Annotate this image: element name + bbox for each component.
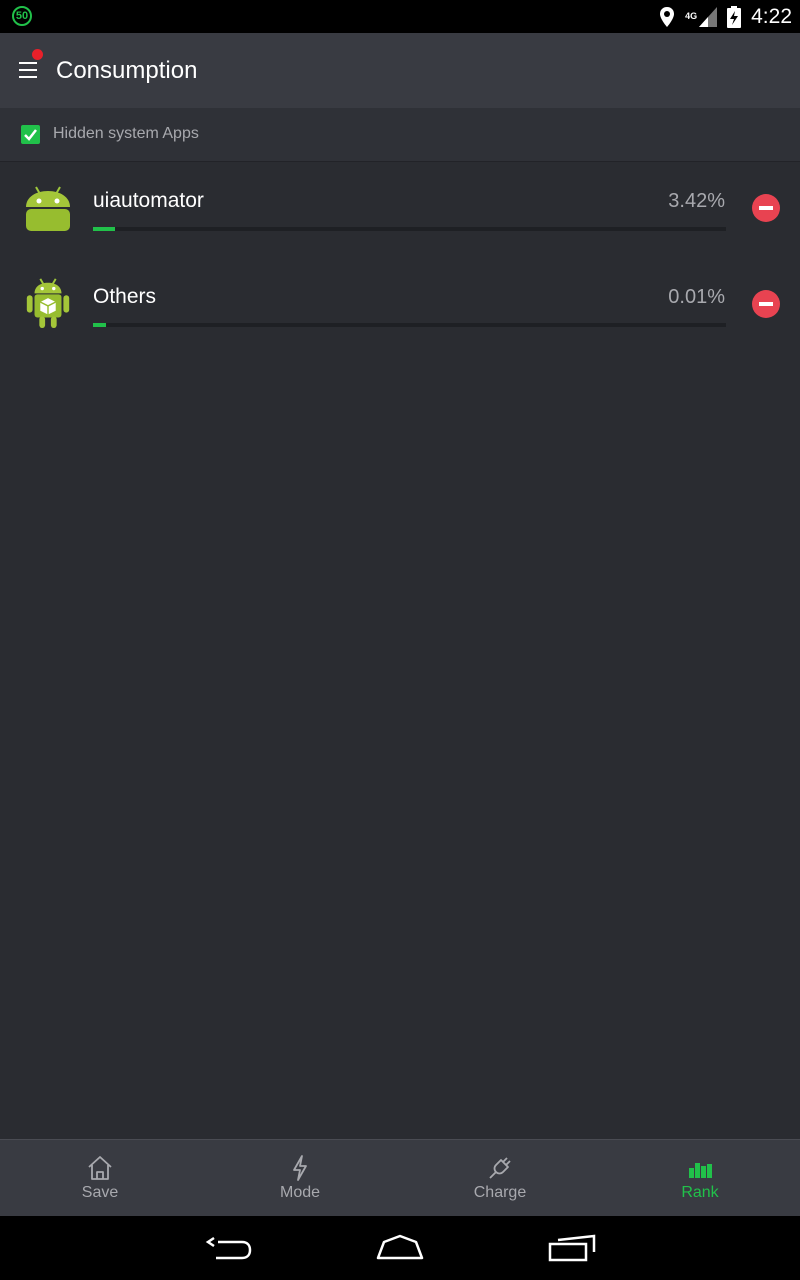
signal-icon — [699, 6, 718, 27]
tab-charge-label: Charge — [473, 1184, 527, 1201]
plug-icon — [489, 1157, 511, 1179]
status-icons: 4G 4:22 — [659, 0, 792, 33]
status-bar: 50 4G 4:22 — [0, 0, 800, 33]
home-nav-icon[interactable] — [374, 1232, 426, 1264]
hidden-system-apps-row[interactable]: Hidden system Apps — [0, 108, 800, 162]
notification-dot — [32, 49, 43, 60]
lightning-icon — [293, 1155, 307, 1181]
tab-save[interactable]: Save — [0, 1140, 200, 1217]
remove-button[interactable] — [752, 290, 780, 318]
bar-chart-icon — [689, 1163, 712, 1178]
usage-bar — [93, 323, 726, 327]
tab-charge[interactable]: Charge — [400, 1140, 600, 1217]
recents-icon[interactable] — [546, 1232, 598, 1264]
home-icon — [88, 1156, 112, 1180]
hidden-system-apps-label: Hidden system Apps — [53, 125, 199, 142]
android-icon — [26, 186, 70, 231]
status-time: 4:22 — [751, 4, 792, 28]
location-icon — [660, 6, 675, 27]
back-icon[interactable] — [204, 1232, 256, 1264]
app-name: Others — [93, 285, 157, 308]
usage-bar-fill — [93, 227, 115, 231]
tab-mode-label: Mode — [279, 1184, 321, 1201]
tab-rank[interactable]: Rank — [600, 1140, 800, 1217]
menu-button[interactable] — [14, 49, 44, 85]
app-name: uiautomator — [93, 189, 204, 212]
list-item[interactable]: Others 0.01% — [0, 258, 800, 354]
tab-rank-label: Rank — [681, 1184, 719, 1201]
list-item[interactable]: uiautomator 3.42% — [0, 162, 800, 258]
bottom-nav: Save Mode Charge Rank — [0, 1139, 800, 1217]
checkmark-icon — [24, 129, 37, 141]
hamburger-icon — [19, 62, 37, 83]
system-nav-bar — [0, 1216, 800, 1280]
usage-bar — [93, 227, 726, 231]
android-package-icon — [26, 278, 70, 329]
page-title: Consumption — [56, 57, 198, 84]
app-percent: 0.01% — [668, 286, 725, 308]
app-percent: 3.42% — [668, 190, 725, 212]
app-bar: Consumption — [0, 33, 800, 108]
network-type-label: 4G — [685, 10, 698, 21]
hidden-system-apps-checkbox[interactable] — [21, 125, 40, 144]
tab-save-label: Save — [81, 1184, 119, 1201]
battery-icon — [727, 5, 742, 28]
notification-badge-icon: 50 — [12, 6, 32, 26]
remove-button[interactable] — [752, 194, 780, 222]
tab-mode[interactable]: Mode — [200, 1140, 400, 1217]
usage-bar-fill — [93, 323, 106, 327]
